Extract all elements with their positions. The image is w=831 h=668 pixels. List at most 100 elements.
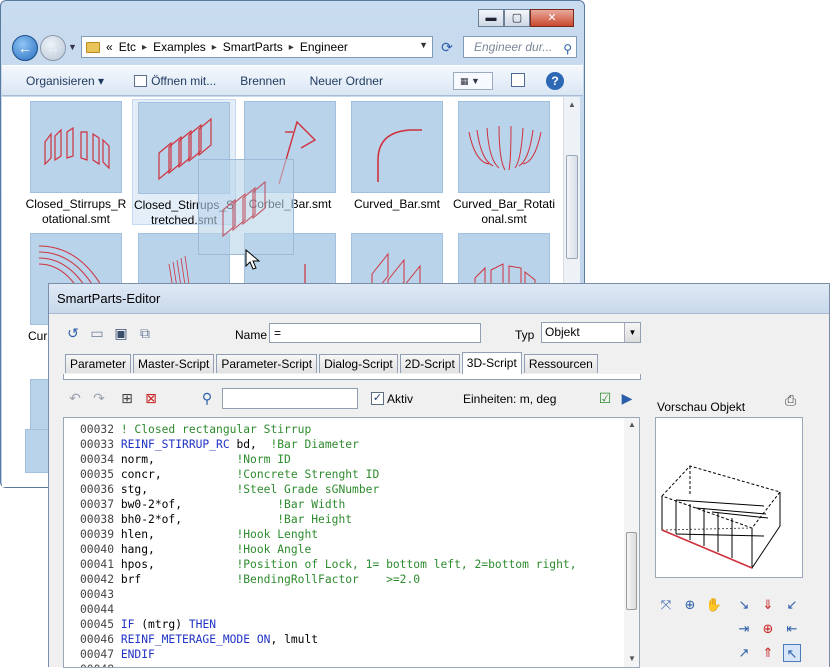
view-right-icon[interactable]: ⇤: [783, 620, 801, 638]
save-as-icon[interactable]: ⧉: [137, 325, 153, 341]
new-folder-button[interactable]: Neuer Ordner: [310, 74, 383, 88]
breadcrumb-separator-icon[interactable]: ▸: [212, 42, 217, 53]
tab-3d-script[interactable]: 3D-Script: [461, 352, 522, 374]
code-vertical-scrollbar[interactable]: ▲ ▼: [624, 418, 639, 667]
add-script-icon[interactable]: ⊞: [119, 390, 135, 406]
line-number: 00035: [80, 468, 121, 481]
view-front-right-icon[interactable]: ↙: [783, 596, 801, 614]
preview-pane-icon[interactable]: [511, 73, 525, 87]
redo-icon[interactable]: ↷: [91, 390, 107, 406]
code-token: !Position of Lock, 1= bottom left, 2=bot…: [236, 558, 577, 571]
breadcrumb-overflow[interactable]: «: [106, 40, 113, 54]
pan-hand-icon[interactable]: ✋: [705, 596, 723, 614]
view-bottom-icon[interactable]: ⇑: [759, 644, 777, 662]
code-token: REINF_METERAGE_MODE: [120, 633, 251, 646]
breadcrumb-etc[interactable]: Etc: [119, 40, 136, 54]
search-icon[interactable]: ⚲: [199, 390, 215, 406]
open-with-button[interactable]: Öffnen mit...: [134, 74, 216, 88]
undo-rotate-icon[interactable]: ↺: [65, 325, 81, 341]
breadcrumb-separator-icon[interactable]: ▸: [142, 42, 147, 53]
breadcrumb-separator-icon[interactable]: ▸: [289, 42, 294, 53]
code-search-input[interactable]: [222, 388, 358, 409]
back-arrow-icon[interactable]: ←: [12, 35, 38, 61]
line-number: 00032: [80, 423, 121, 436]
units-label: Einheiten: m, deg: [463, 392, 557, 406]
file-name: Curved_Bar_Rotational.smt: [452, 197, 556, 226]
refresh-icon[interactable]: ⟳: [435, 36, 459, 58]
scroll-thumb[interactable]: [566, 155, 578, 259]
preview-viewport[interactable]: [655, 417, 803, 578]
code-line: 00039 hlen, !Hook Lenght: [80, 527, 577, 542]
view-top-icon[interactable]: ⇓: [759, 596, 777, 614]
tab-2d-script[interactable]: 2D-Script: [399, 354, 460, 373]
line-number: 00033: [80, 438, 121, 451]
typ-select[interactable]: Objekt ▼: [541, 322, 641, 343]
delete-script-icon[interactable]: ⊠: [143, 390, 159, 406]
fit-view-icon[interactable]: ⤧: [657, 596, 675, 614]
help-icon[interactable]: ?: [546, 72, 564, 90]
view-back-left-icon[interactable]: ↗: [735, 644, 753, 662]
scroll-thumb[interactable]: [626, 532, 637, 610]
scroll-up-icon[interactable]: ▲: [624, 420, 639, 429]
tab-parameter[interactable]: Parameter: [65, 354, 132, 373]
address-dropdown-icon[interactable]: ▼: [419, 40, 428, 50]
code-line: 00037 bw0-2*of, !Bar Width: [80, 497, 577, 512]
breadcrumb-smartparts[interactable]: SmartParts: [223, 40, 283, 54]
open-folder-icon[interactable]: ▭: [89, 325, 105, 341]
code-token: hlen,: [120, 528, 237, 541]
address-bar[interactable]: « Etc ▸ Examples ▸ SmartParts ▸ Engineer…: [81, 36, 433, 58]
code-token: !BendingRollFactor >=2.0: [236, 573, 421, 586]
breadcrumb-examples[interactable]: Examples: [153, 40, 206, 54]
code-token: ! Closed rectangular Stirrup: [120, 423, 312, 436]
organize-button[interactable]: Organisieren ▾: [26, 74, 104, 88]
close-button[interactable]: ✕: [530, 9, 574, 27]
search-input[interactable]: Engineer dur... ⚲: [463, 36, 577, 58]
aktiv-checkbox[interactable]: ✓: [371, 392, 384, 405]
undo-icon[interactable]: ↶: [67, 390, 83, 406]
view-center-icon[interactable]: ⊕: [759, 620, 777, 638]
file-item[interactable]: Curved_Bar_Rotational.smt: [452, 101, 556, 227]
scroll-up-icon[interactable]: ▲: [564, 97, 580, 113]
minimize-button[interactable]: ▬: [478, 9, 504, 27]
code-line: 00036 stg, !Steel Grade sGNumber: [80, 482, 577, 497]
history-dropdown-icon[interactable]: ▼: [68, 42, 77, 52]
code-line: 00044: [80, 602, 577, 617]
code-line: 00043: [80, 587, 577, 602]
code-editor[interactable]: 00032 ! Closed rectangular Stirrup 00033 …: [63, 417, 640, 668]
code-token: brf: [120, 573, 237, 586]
file-item[interactable]: Curved_Bar.smt: [345, 101, 449, 212]
camera-icon[interactable]: ⎙: [785, 392, 796, 409]
line-number: 00047: [80, 648, 121, 661]
scroll-down-icon[interactable]: ▼: [624, 654, 639, 663]
view-options-icon[interactable]: ▦ ▼: [453, 72, 493, 90]
forward-arrow-icon[interactable]: →: [40, 35, 66, 61]
save-icon[interactable]: ▣: [113, 325, 129, 341]
run-script-icon[interactable]: ▶: [619, 390, 635, 406]
code-token: THEN: [188, 618, 217, 631]
code-line: 00042 brf !BendingRollFactor >=2.0: [80, 572, 577, 587]
rotational-stirrups-icon: [44, 126, 110, 170]
tab-master-script[interactable]: Master-Script: [133, 354, 215, 373]
maximize-button[interactable]: ▢: [504, 9, 530, 27]
curved-bar-icon: [377, 129, 422, 182]
name-input[interactable]: =: [269, 323, 481, 343]
search-icon[interactable]: ⚲: [563, 39, 572, 59]
code-token: !Hook Angle: [236, 543, 312, 556]
breadcrumb-engineer[interactable]: Engineer: [300, 40, 348, 54]
view-back-right-icon[interactable]: ↖: [783, 644, 801, 662]
code-token: hpos,: [120, 558, 237, 571]
code-lines: 00032 ! Closed rectangular Stirrup 00033 …: [80, 422, 577, 667]
code-token: !Bar Height: [277, 513, 353, 526]
chevron-down-icon[interactable]: ▼: [624, 323, 640, 342]
tab-dialog-script[interactable]: Dialog-Script: [319, 354, 398, 373]
check-script-icon[interactable]: ☑: [597, 390, 613, 406]
tab-parameter-script[interactable]: Parameter-Script: [216, 354, 318, 373]
view-controls: ⤧ ⊕ ✋ ↘ ⇓ ↙ ⇥ ⊕ ⇤ ↗ ⇑ ↖: [655, 592, 825, 662]
file-item[interactable]: Closed_Stirrups_Rotational.smt: [24, 101, 128, 227]
zoom-in-icon[interactable]: ⊕: [681, 596, 699, 614]
view-front-left-icon[interactable]: ↘: [735, 596, 753, 614]
view-left-icon[interactable]: ⇥: [735, 620, 753, 638]
burn-button[interactable]: Brennen: [240, 74, 285, 88]
tab-ressourcen[interactable]: Ressourcen: [523, 354, 598, 373]
